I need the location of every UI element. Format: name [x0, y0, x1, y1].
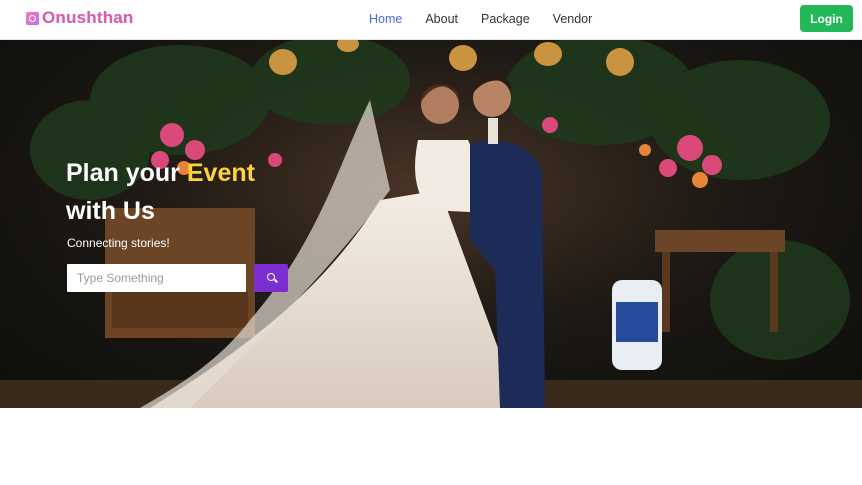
hero-title-highlight: Event: [186, 159, 255, 187]
brand[interactable]: Onushthan: [26, 8, 134, 28]
hero-title-part1: Plan your: [66, 159, 187, 187]
nav-link-home[interactable]: Home: [369, 12, 402, 26]
search-icon: [267, 273, 275, 281]
navbar: Onushthan Home About Package Vendor Logi…: [0, 0, 862, 40]
login-button[interactable]: Login: [800, 5, 853, 32]
nav-link-package[interactable]: Package: [481, 12, 530, 26]
logo-icon: [26, 11, 39, 25]
nav-links: Home About Package Vendor: [369, 12, 615, 26]
hero-title-part2: with Us: [66, 197, 155, 225]
search-input[interactable]: [67, 264, 246, 292]
hero-title: Plan your Event with Us: [66, 154, 255, 230]
search-button[interactable]: [254, 264, 288, 292]
nav-link-vendor[interactable]: Vendor: [553, 12, 593, 26]
brand-name: Onushthan: [42, 8, 134, 27]
hero-banner: Plan your Event with Us Connecting stori…: [0, 40, 862, 408]
hero-subtitle: Connecting stories!: [67, 236, 170, 250]
nav-link-about[interactable]: About: [425, 12, 458, 26]
